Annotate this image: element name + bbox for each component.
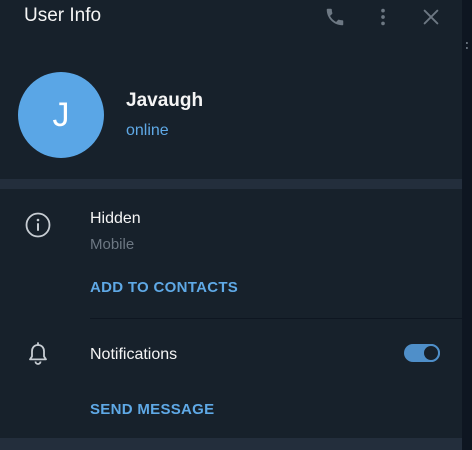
avatar[interactable]: J [18,72,104,158]
edge-glyph: : [463,38,471,53]
toggle-knob [422,344,440,362]
phone-icon[interactable] [322,4,348,30]
send-message-button[interactable]: SEND MESSAGE [90,401,214,418]
divider [90,318,462,319]
header: User Info [0,0,462,34]
profile-section: J Javaugh online [0,60,462,170]
close-icon[interactable] [418,4,444,30]
bell-icon [24,340,52,368]
add-to-contacts-button[interactable]: ADD TO CONTACTS [90,279,238,296]
phone-label: Mobile [90,236,135,253]
more-vertical-icon[interactable] [370,4,396,30]
user-status: online [126,122,169,139]
notifications-label: Notifications [90,346,178,363]
notifications-toggle[interactable] [404,344,440,362]
user-info-panel: User Info J Javaugh online Hidden Mobile… [0,0,462,450]
avatar-initial: J [52,95,70,134]
phone-value: Hidden [90,210,141,227]
background-edge [462,0,472,450]
section-separator [0,179,462,189]
info-icon [24,211,52,239]
bottom-separator [0,438,462,450]
user-name: Javaugh [126,90,204,111]
page-title: User Info [24,5,102,26]
